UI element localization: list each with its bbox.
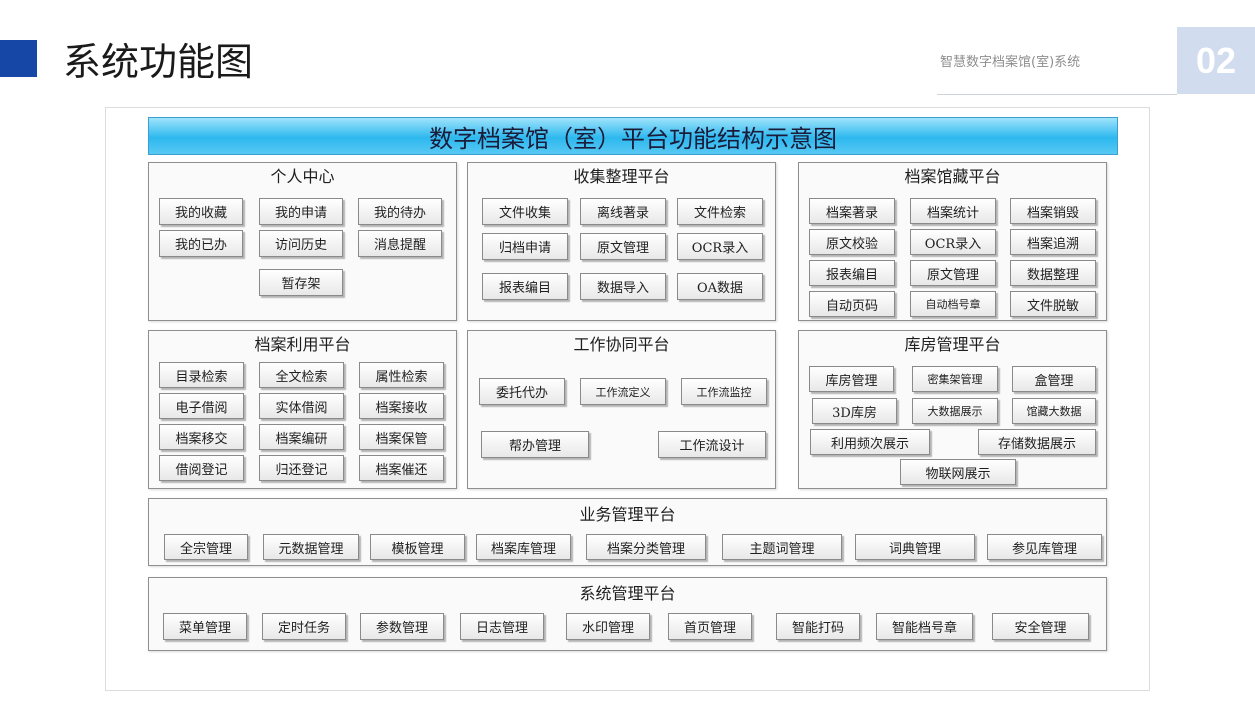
subtitle-underline [937,94,1177,95]
node-data-organizing: 数据整理 [1010,260,1096,286]
node-attribute-search: 属性检索 [359,362,444,388]
diagram-banner: 数字档案馆（室）平台功能结构示意图 [148,117,1118,155]
node-auto-archive-stamp: 自动档号章 [910,291,996,317]
node-dictionary-management: 词典管理 [855,534,975,560]
panel-archive-utilization: 档案利用平台 目录检索 全文检索 属性检索 电子借阅 实体借阅 档案接收 档案移… [148,330,457,489]
node-data-import: 数据导入 [580,273,666,300]
page-number-badge: 02 [1177,27,1255,94]
node-collection-big-data: 馆藏大数据 [1012,398,1096,424]
node-return-reminder: 档案催还 [359,455,444,481]
panel-archive-collection: 档案馆藏平台 档案著录 档案统计 档案销毁 原文校验 OCR录入 档案追溯 报表… [798,162,1107,321]
node-physical-borrowing: 实体借阅 [259,393,344,419]
node-warehouse-management: 库房管理 [809,366,894,392]
node-archive-destruction: 档案销毁 [1010,198,1096,224]
node-auto-page-number: 自动页码 [809,291,895,317]
node-catalog-search: 目录检索 [159,362,244,388]
node-log-management: 日志管理 [460,613,544,640]
node-archive-library-management: 档案库管理 [476,534,571,560]
node-box-management: 盒管理 [1012,366,1096,392]
node-3d-warehouse: 3D库房 [812,398,897,424]
node-security-management: 安全管理 [992,613,1089,640]
title-accent-square [0,40,37,77]
panel-personal-center: 个人中心 我的收藏 我的申请 我的待办 我的已办 访问历史 消息提醒 暂存架 [148,162,457,321]
node-archive-classification: 档案分类管理 [586,534,706,560]
node-access-history: 访问历史 [259,230,343,257]
node-electronic-borrowing: 电子借阅 [159,393,244,419]
node-menu-management: 菜单管理 [163,613,247,640]
node-my-todo: 我的待办 [358,198,442,225]
node-message-reminder: 消息提醒 [358,230,442,257]
node-archive-compilation: 档案编研 [259,424,344,450]
node-archive-application: 归档申请 [482,233,568,260]
node-my-applications: 我的申请 [259,198,343,225]
node-smart-archive-stamp: 智能档号章 [876,613,973,640]
page-title: 系统功能图 [63,40,254,84]
node-file-desensitization: 文件脱敏 [1010,291,1096,317]
node-workflow-definition: 工作流定义 [580,378,666,405]
panel-warehouse-management: 库房管理平台 库房管理 密集架管理 盒管理 3D库房 大数据展示 馆藏大数据 利… [798,330,1107,489]
panel-title: 业务管理平台 [579,505,676,524]
node-subject-term-management: 主题词管理 [722,534,842,560]
node-workflow-monitoring: 工作流监控 [681,378,767,405]
panel-business-management: 业务管理平台 全宗管理 元数据管理 模板管理 档案库管理 档案分类管理 主题词管… [148,498,1107,566]
node-delegation: 委托代办 [479,378,565,405]
node-watermark-management: 水印管理 [566,613,650,640]
node-return-registration: 归还登记 [259,455,344,481]
node-my-done: 我的已办 [159,230,243,257]
panel-title: 系统管理平台 [579,584,676,603]
node-archive-statistics: 档案统计 [910,198,996,224]
panel-title: 档案馆藏平台 [904,167,1001,186]
panel-system-management: 系统管理平台 菜单管理 定时任务 参数管理 日志管理 水印管理 首页管理 智能打… [148,577,1107,651]
node-parameter-management: 参数管理 [360,613,444,640]
node-fonds-management: 全宗管理 [164,534,248,560]
node-scheduled-tasks: 定时任务 [262,613,346,640]
node-homepage-management: 首页管理 [668,613,752,640]
node-storage-data-display: 存储数据展示 [978,429,1096,455]
node-archive-receiving: 档案接收 [359,393,444,419]
node-usage-frequency-display: 利用频次展示 [810,429,930,455]
node-report-cataloging: 报表编目 [809,260,895,286]
node-offline-cataloging: 离线著录 [580,198,666,225]
panel-title: 个人中心 [270,167,335,186]
node-original-management: 原文管理 [580,233,666,260]
node-template-management: 模板管理 [370,534,465,560]
panel-title: 库房管理平台 [904,335,1001,354]
node-compact-shelf-management: 密集架管理 [912,366,998,392]
node-workflow-design: 工作流设计 [658,431,766,458]
node-archive-traceability: 档案追溯 [1010,229,1096,255]
node-original-management: 原文管理 [910,260,996,286]
node-original-verification: 原文校验 [809,229,895,255]
node-big-data-display: 大数据展示 [912,398,998,424]
node-smart-masking: 智能打码 [776,613,860,640]
panel-title: 收集整理平台 [573,167,670,186]
node-archive-custody: 档案保管 [359,424,444,450]
node-my-favorites: 我的收藏 [159,198,243,225]
panel-collection: 收集整理平台 文件收集 离线著录 文件检索 归档申请 原文管理 OCR录入 报表… [467,162,776,321]
node-ocr-entry: OCR录入 [677,233,763,260]
page-subtitle: 智慧数字档案馆(室)系统 [940,55,1081,70]
node-oa-data: OA数据 [677,273,763,300]
panel-title: 档案利用平台 [254,335,351,354]
node-ocr-entry: OCR录入 [910,229,996,255]
node-temp-shelf: 暂存架 [259,269,343,296]
node-file-search: 文件检索 [677,198,763,225]
node-reference-library-management: 参见库管理 [987,534,1102,560]
node-archive-transfer: 档案移交 [159,424,244,450]
node-metadata-management: 元数据管理 [263,534,359,560]
node-borrow-registration: 借阅登记 [159,455,244,481]
node-fulltext-search: 全文检索 [259,362,344,388]
panel-work-collaboration: 工作协同平台 委托代办 工作流定义 工作流监控 帮办管理 工作流设计 [467,330,776,489]
node-report-cataloging: 报表编目 [482,273,568,300]
panel-title: 工作协同平台 [573,335,670,354]
node-archive-cataloging: 档案著录 [809,198,895,224]
node-iot-display: 物联网展示 [900,459,1016,485]
node-assist-management: 帮办管理 [481,431,589,458]
node-file-collection: 文件收集 [482,198,568,225]
